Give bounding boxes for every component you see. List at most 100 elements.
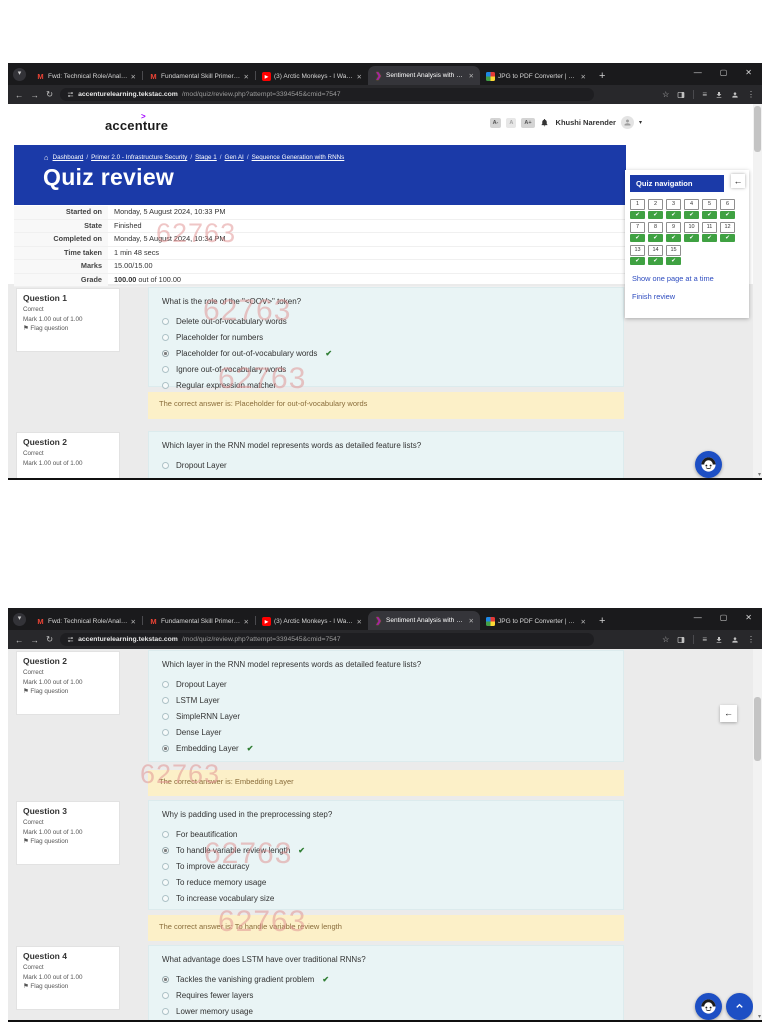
new-tab-button[interactable]: + bbox=[599, 615, 605, 627]
answer-option[interactable]: For beautification bbox=[162, 830, 610, 839]
quiz-nav-button[interactable]: 8 ✔ bbox=[648, 222, 663, 242]
radio-icon[interactable] bbox=[162, 318, 169, 325]
tab-close-icon[interactable]: ✕ bbox=[131, 618, 136, 626]
quiz-nav-button[interactable]: 9 ✔ bbox=[666, 222, 681, 242]
tab-gmail-1[interactable]: M Fwd: Technical Role/Analyst - E ✕ bbox=[30, 68, 142, 85]
reload-icon[interactable]: ↻ bbox=[46, 634, 53, 645]
answer-option-selected[interactable]: Embedding Layer ✔ bbox=[162, 744, 610, 753]
profile-icon[interactable] bbox=[731, 636, 739, 644]
quiz-nav-button[interactable]: 6 ✔ bbox=[720, 199, 735, 219]
breadcrumb-quiz[interactable]: Sequence Generation with RNNs bbox=[252, 154, 345, 161]
breadcrumb-course[interactable]: Primer 2.0 - Infrastructure Security bbox=[91, 154, 187, 161]
reload-icon[interactable]: ↻ bbox=[46, 89, 53, 100]
page-scrollbar[interactable]: ▾ bbox=[753, 649, 762, 1020]
answer-option-selected[interactable]: To handle variable review length ✔ bbox=[162, 846, 610, 855]
download-icon[interactable] bbox=[715, 91, 723, 99]
tab-search-icon[interactable]: ▾ bbox=[13, 68, 26, 81]
answer-option[interactable]: Delete out-of-vocabulary words bbox=[162, 317, 610, 326]
tab-close-icon[interactable]: ✕ bbox=[357, 618, 362, 626]
close-button[interactable]: ✕ bbox=[745, 68, 752, 77]
side-panel-icon[interactable] bbox=[677, 91, 685, 99]
quiz-nav-button[interactable]: 4 ✔ bbox=[684, 199, 699, 219]
radio-icon[interactable] bbox=[162, 697, 169, 704]
minimize-button[interactable]: — bbox=[694, 68, 702, 77]
answer-option[interactable]: Ignore out-of-vocabulary words bbox=[162, 365, 610, 374]
radio-selected-icon[interactable] bbox=[162, 350, 169, 357]
quiz-nav-button[interactable]: 2 ✔ bbox=[648, 199, 663, 219]
tab-close-icon[interactable]: ✕ bbox=[469, 617, 474, 625]
bell-icon[interactable] bbox=[540, 118, 549, 127]
tab-search-icon[interactable]: ▾ bbox=[13, 613, 26, 626]
user-name[interactable]: Khushi Narender bbox=[556, 118, 616, 127]
answer-option[interactable]: Placeholder for numbers bbox=[162, 333, 610, 342]
quiz-nav-button[interactable]: 14 ✔ bbox=[648, 245, 663, 265]
radio-icon[interactable] bbox=[162, 366, 169, 373]
new-tab-button[interactable]: + bbox=[599, 70, 605, 82]
radio-selected-icon[interactable] bbox=[162, 745, 169, 752]
minimize-button[interactable]: — bbox=[694, 613, 702, 622]
flag-question-link[interactable]: ⚑ Flag question bbox=[23, 983, 113, 990]
tab-close-icon[interactable]: ✕ bbox=[469, 72, 474, 80]
answer-option-selected[interactable]: Placeholder for out-of-vocabulary words ✔ bbox=[162, 349, 610, 358]
page-scrollbar[interactable]: ▾ bbox=[753, 104, 762, 478]
reading-list-icon[interactable]: ≡ bbox=[702, 90, 707, 99]
radio-icon[interactable] bbox=[162, 1008, 169, 1015]
quiz-nav-button[interactable]: 10 ✔ bbox=[684, 222, 699, 242]
answer-option-selected[interactable]: Tackles the vanishing gradient problem ✔ bbox=[162, 975, 610, 984]
avatar[interactable] bbox=[620, 116, 634, 129]
radio-icon[interactable] bbox=[162, 831, 169, 838]
quiz-nav-button[interactable]: 5 ✔ bbox=[702, 199, 717, 219]
radio-icon[interactable] bbox=[162, 895, 169, 902]
answer-option[interactable]: Dropout Layer bbox=[162, 680, 610, 689]
answer-option[interactable]: To increase vocabulary size bbox=[162, 894, 610, 903]
user-menu-caret-icon[interactable]: ▾ bbox=[639, 119, 642, 126]
answer-option[interactable]: Requires fewer layers bbox=[162, 991, 610, 1000]
tab-active-quiz[interactable]: ❯ Sentiment Analysis with RNNs ✕ bbox=[368, 66, 480, 85]
radio-icon[interactable] bbox=[162, 729, 169, 736]
chatbot-button[interactable] bbox=[695, 451, 722, 478]
font-decrease-button[interactable]: A- bbox=[489, 117, 502, 128]
kebab-menu-icon[interactable]: ⋮ bbox=[747, 90, 755, 99]
site-info-icon[interactable] bbox=[67, 636, 74, 643]
radio-icon[interactable] bbox=[162, 713, 169, 720]
url-field[interactable]: accenturelearning.tekstac.com/mod/quiz/r… bbox=[60, 633, 595, 646]
download-icon[interactable] bbox=[715, 636, 723, 644]
scrollbar-thumb[interactable] bbox=[754, 106, 761, 152]
forward-icon[interactable]: → bbox=[31, 90, 40, 100]
tab-close-icon[interactable]: ✕ bbox=[131, 73, 136, 81]
radio-icon[interactable] bbox=[162, 992, 169, 999]
radio-selected-icon[interactable] bbox=[162, 976, 169, 983]
flag-question-link[interactable]: ⚑ Flag question bbox=[23, 688, 113, 695]
radio-icon[interactable] bbox=[162, 334, 169, 341]
radio-icon[interactable] bbox=[162, 462, 169, 469]
flag-question-link[interactable]: ⚑ Flag question bbox=[23, 325, 113, 332]
finish-review-link[interactable]: Finish review bbox=[630, 292, 744, 301]
scroll-to-top-button[interactable] bbox=[726, 993, 753, 1020]
font-increase-button[interactable]: A+ bbox=[521, 117, 535, 128]
tab-youtube[interactable]: ▶ (3) Arctic Monkeys - I Wanna B ✕ bbox=[256, 613, 368, 630]
tab-jpg2pdf[interactable]: JPG to PDF Converter | Convert ✕ bbox=[480, 613, 592, 630]
radio-icon[interactable] bbox=[162, 382, 169, 389]
scrollbar-thumb[interactable] bbox=[754, 697, 761, 761]
close-button[interactable]: ✕ bbox=[745, 613, 752, 622]
answer-option[interactable]: Lower memory usage bbox=[162, 1007, 610, 1016]
url-field[interactable]: accenturelearning.tekstac.com/mod/quiz/r… bbox=[60, 88, 595, 101]
breadcrumb-genai[interactable]: Gen AI bbox=[225, 154, 244, 161]
breadcrumb-stage[interactable]: Stage 1 bbox=[195, 154, 217, 161]
quiz-nav-button[interactable]: 1 ✔ bbox=[630, 199, 645, 219]
tab-gmail-2[interactable]: M Fundamental Skill Primer- Acc ✕ bbox=[143, 68, 255, 85]
open-drawer-icon[interactable]: ← bbox=[720, 705, 737, 722]
tab-close-icon[interactable]: ✕ bbox=[581, 73, 586, 81]
breadcrumb-dashboard[interactable]: Dashboard bbox=[53, 154, 84, 161]
quiz-nav-button[interactable]: 15 ✔ bbox=[666, 245, 681, 265]
tab-jpg2pdf[interactable]: JPG to PDF Converter | Convert ✕ bbox=[480, 68, 592, 85]
home-icon[interactable]: ⌂ bbox=[44, 153, 49, 162]
back-icon[interactable]: ← bbox=[15, 90, 24, 100]
radio-icon[interactable] bbox=[162, 863, 169, 870]
tab-close-icon[interactable]: ✕ bbox=[244, 618, 249, 626]
show-one-page-link[interactable]: Show one page at a time bbox=[630, 274, 744, 283]
answer-option[interactable]: Regular expression matcher bbox=[162, 381, 610, 390]
tab-close-icon[interactable]: ✕ bbox=[244, 73, 249, 81]
quiz-nav-button[interactable]: 13 ✔ bbox=[630, 245, 645, 265]
answer-option[interactable]: SimpleRNN Layer bbox=[162, 712, 610, 721]
